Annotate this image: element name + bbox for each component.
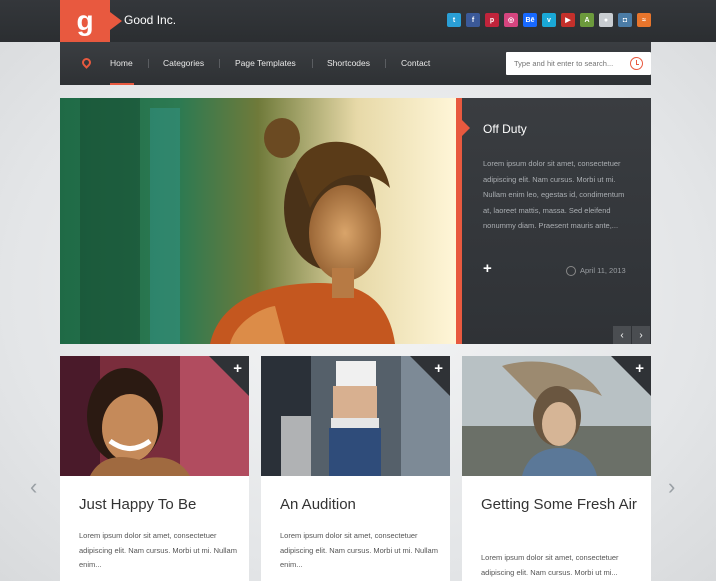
top-bar: g Good Inc. t f p ◎ Bē v ▶ A ● ◘ ≈: [0, 0, 716, 42]
carousel-prev-arrow[interactable]: ‹: [30, 474, 37, 500]
pinterest-icon[interactable]: p: [485, 13, 499, 27]
nav-item-contact[interactable]: Contact: [401, 58, 430, 68]
slider-prev-button[interactable]: ‹: [613, 326, 631, 344]
card-corner: [410, 356, 450, 396]
main-nav: Home Categories Page Templates Shortcode…: [60, 42, 651, 85]
plus-icon[interactable]: +: [434, 360, 443, 377]
clock-icon: [566, 266, 576, 276]
card-corner: [611, 356, 651, 396]
plus-icon[interactable]: +: [483, 260, 492, 277]
card-title[interactable]: Just Happy To Be: [79, 494, 239, 516]
facebook-icon[interactable]: f: [466, 13, 480, 27]
card-title[interactable]: Getting Some Fresh Air: [481, 494, 641, 516]
nav-divider: [148, 59, 149, 68]
location-pin-icon: [80, 56, 93, 69]
plus-icon[interactable]: +: [233, 360, 242, 377]
youtube-icon[interactable]: ▶: [561, 13, 575, 27]
slider-next-button[interactable]: ›: [632, 326, 650, 344]
post-card[interactable]: + Just Happy To Be Lorem ipsum dolor sit…: [60, 356, 249, 581]
clock-search-icon[interactable]: [630, 57, 643, 70]
nav-divider: [219, 59, 220, 68]
logo[interactable]: g: [60, 0, 122, 42]
nav-divider: [385, 59, 386, 68]
featured-image[interactable]: [60, 98, 456, 344]
card-title[interactable]: An Audition: [280, 494, 440, 516]
vimeo-icon[interactable]: v: [542, 13, 556, 27]
social-icons: t f p ◎ Bē v ▶ A ● ◘ ≈: [447, 13, 651, 27]
featured-date: April 11, 2013: [580, 266, 626, 275]
plus-icon[interactable]: +: [635, 360, 644, 377]
nav-item-home[interactable]: Home: [110, 58, 133, 68]
featured-panel: Off Duty Lorem ipsum dolor sit amet, con…: [456, 98, 651, 344]
github-icon[interactable]: ●: [599, 13, 613, 27]
post-card[interactable]: + An Audition Lorem ipsum dolor sit amet…: [261, 356, 450, 581]
android-icon[interactable]: A: [580, 13, 594, 27]
featured-excerpt: Lorem ipsum dolor sit amet, consectetuer…: [483, 159, 625, 231]
card-excerpt: Lorem ipsum dolor sit amet, consectetuer…: [481, 553, 619, 577]
post-card[interactable]: + Getting Some Fresh Air Lorem ipsum dol…: [462, 356, 651, 581]
card-excerpt: Lorem ipsum dolor sit amet, consectetuer…: [79, 531, 237, 569]
rss-icon[interactable]: ≈: [637, 13, 651, 27]
nav-item-categories[interactable]: Categories: [163, 58, 204, 68]
nav-active-indicator: [110, 83, 134, 85]
behance-icon[interactable]: Bē: [523, 13, 537, 27]
dribbble-icon[interactable]: ◎: [504, 13, 518, 27]
card-corner: [209, 356, 249, 396]
nav-item-shortcodes[interactable]: Shortcodes: [327, 58, 370, 68]
search-input[interactable]: [514, 56, 626, 71]
nav-item-page-templates[interactable]: Page Templates: [235, 58, 296, 68]
accent-bar: [456, 98, 470, 344]
carousel-next-arrow[interactable]: ›: [668, 474, 675, 500]
search-box: [506, 52, 651, 75]
twitter-icon[interactable]: t: [447, 13, 461, 27]
instagram-icon[interactable]: ◘: [618, 13, 632, 27]
featured-title[interactable]: Off Duty: [483, 122, 527, 136]
card-excerpt: Lorem ipsum dolor sit amet, consectetuer…: [280, 531, 438, 569]
nav-divider: [312, 59, 313, 68]
brand-name[interactable]: Good Inc.: [124, 13, 176, 27]
